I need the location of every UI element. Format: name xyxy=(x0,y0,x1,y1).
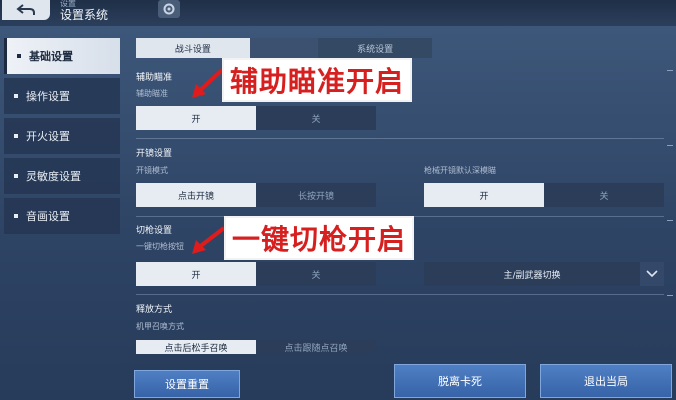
chevron-down-icon xyxy=(640,262,664,286)
back-arrow-icon xyxy=(16,4,35,15)
switch-gun-toggle: 开 关 xyxy=(136,262,376,286)
scope-mech-on[interactable]: 开 xyxy=(424,183,544,207)
scroll-marks xyxy=(667,70,673,370)
scope-mech-toggle: 开 关 xyxy=(424,183,664,207)
sidebar-item-label: 操作设置 xyxy=(26,90,70,103)
tab-middle[interactable] xyxy=(249,38,319,58)
scope-mech-off[interactable]: 关 xyxy=(544,183,664,207)
gear-button[interactable] xyxy=(158,0,180,18)
sidebar-item-label: 灵敏度设置 xyxy=(26,170,81,183)
scope-mode-toggle: 点击开镜 长按开镜 xyxy=(136,183,376,207)
section-switch-gun: 切枪设置 xyxy=(136,226,173,236)
scope-mech-label: 枪械开镜默认深模瞄 xyxy=(424,166,496,175)
sidebar-item-label: 基础设置 xyxy=(29,50,73,63)
caption-switch-gun: 一键切枪开启 xyxy=(226,218,413,258)
reset-button[interactable]: 设置重置 xyxy=(134,370,240,398)
aim-assist-toggle: 开 关 xyxy=(136,106,376,130)
bullet-icon xyxy=(14,174,18,178)
switch-gun-off[interactable]: 关 xyxy=(256,262,376,286)
divider xyxy=(136,294,664,295)
dropdown-value: 主/副武器切换 xyxy=(503,270,561,281)
switch-gun-on[interactable]: 开 xyxy=(136,262,256,286)
switch-gun-dropdown[interactable]: 主/副武器切换 xyxy=(424,262,664,286)
bullet-icon xyxy=(17,54,21,58)
bullet-icon xyxy=(14,214,18,218)
switch-gun-label: 一键切枪按钮 xyxy=(136,242,184,251)
aim-assist-label: 辅助瞄准 xyxy=(136,89,168,98)
bullet-icon xyxy=(14,94,18,98)
section-scope: 开镜设置 xyxy=(136,149,173,159)
tab-system[interactable]: 系统设置 xyxy=(318,38,432,58)
scope-mode-label: 开镜模式 xyxy=(136,166,168,175)
release-label: 机甲召唤方式 xyxy=(136,322,184,331)
divider xyxy=(136,216,664,217)
bullet-icon xyxy=(14,134,18,138)
section-release: 释放方式 xyxy=(136,305,173,315)
release-toggle: 点击后松手召唤 点击跟随点召唤 xyxy=(136,340,376,354)
scope-mode-hold[interactable]: 长按开镜 xyxy=(256,183,376,207)
sidebar-item-controls[interactable]: 操作设置 xyxy=(4,78,120,114)
aim-assist-on[interactable]: 开 xyxy=(136,106,256,130)
red-arrow-icon xyxy=(192,68,224,98)
tab-battle[interactable]: 战斗设置 xyxy=(136,38,250,58)
release-opt-2[interactable]: 点击跟随点召唤 xyxy=(256,340,376,354)
release-opt-1[interactable]: 点击后松手召唤 xyxy=(136,340,256,354)
sidebar-item-sensitivity[interactable]: 灵敏度设置 xyxy=(4,158,120,194)
sidebar-item-basic[interactable]: 基础设置 xyxy=(4,38,120,74)
top-bar: 设置 设置系统 xyxy=(0,0,676,26)
quit-match-button[interactable]: 退出当局 xyxy=(540,364,672,398)
sidebar-item-audio-video[interactable]: 音画设置 xyxy=(4,198,120,234)
settings-tabs: 战斗设置 系统设置 xyxy=(136,38,432,58)
section-aim-assist: 辅助瞄准 xyxy=(136,73,173,83)
caption-aim-assist: 辅助瞄准开启 xyxy=(224,60,411,100)
aim-assist-off[interactable]: 关 xyxy=(256,106,376,130)
red-arrow-icon xyxy=(192,226,226,254)
sidebar-item-label: 音画设置 xyxy=(26,210,70,223)
sidebar-item-fire[interactable]: 开火设置 xyxy=(4,118,120,154)
sidebar: 基础设置 操作设置 开火设置 灵敏度设置 音画设置 xyxy=(4,38,120,238)
sidebar-item-label: 开火设置 xyxy=(26,130,70,143)
back-button[interactable] xyxy=(2,0,50,20)
divider xyxy=(136,138,664,139)
scope-mode-tap[interactable]: 点击开镜 xyxy=(136,183,256,207)
unstuck-button[interactable]: 脱离卡死 xyxy=(394,364,526,398)
page-title: 设置系统 xyxy=(60,8,109,22)
gear-icon xyxy=(163,3,175,15)
